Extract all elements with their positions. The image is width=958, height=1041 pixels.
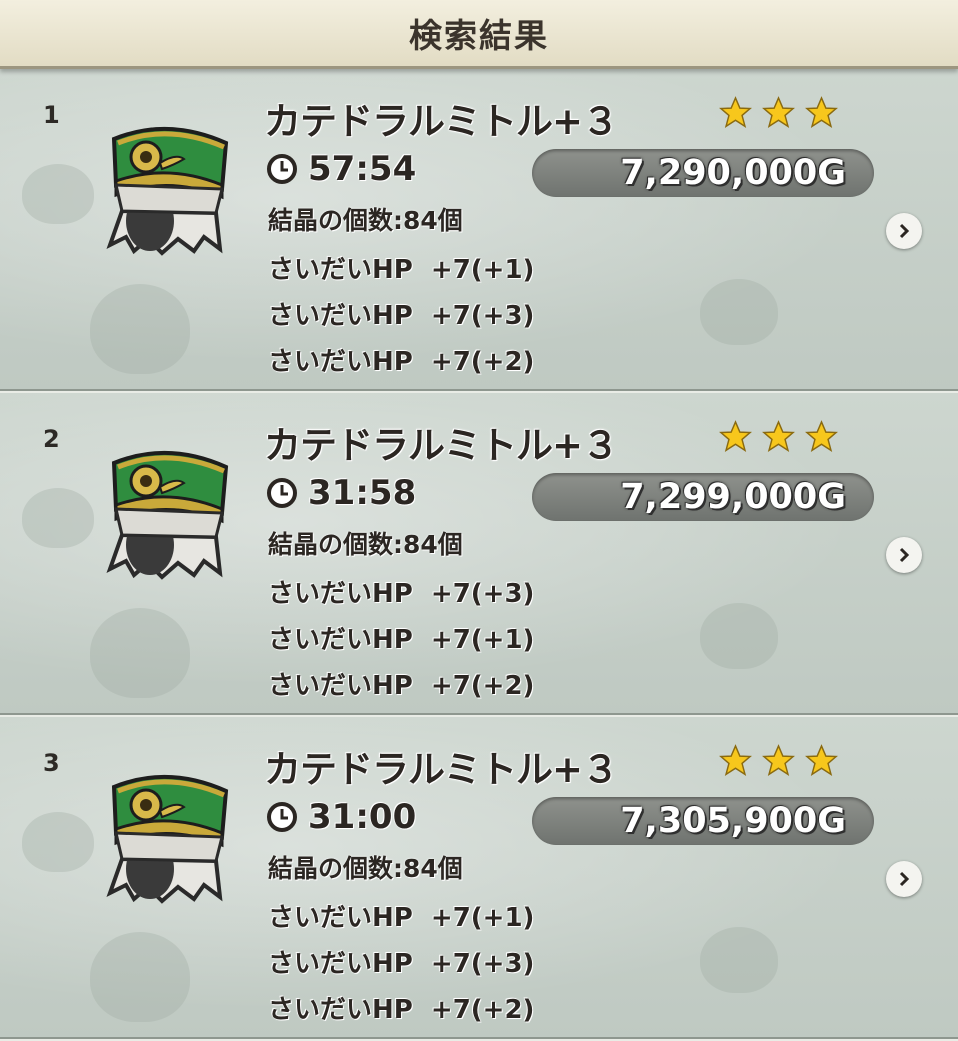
- star-icon: [805, 744, 838, 776]
- crystal-count: 結晶の個数:84個: [268, 530, 463, 559]
- star-icon: [762, 420, 795, 452]
- rarity-stars: [718, 743, 839, 778]
- remaining-time: 31:58: [266, 473, 416, 513]
- rank-number: 1: [43, 101, 60, 129]
- background-slime-shape: [22, 812, 94, 872]
- time-value: 31:58: [308, 473, 417, 513]
- clock-icon: [267, 154, 297, 184]
- remaining-time: 31:00: [266, 797, 416, 837]
- rarity-stars: [718, 95, 839, 130]
- rank-number: 3: [43, 749, 60, 777]
- mitre-hat-icon: [104, 767, 232, 907]
- star-icon: [719, 744, 752, 776]
- background-monster-shape: [90, 284, 190, 374]
- star-icon: [762, 744, 795, 776]
- background-slime-shape: [22, 164, 94, 224]
- stat-line: さいだいHP +7(+1): [268, 625, 535, 655]
- chevron-right-icon: [899, 223, 910, 239]
- rarity-stars: [718, 419, 839, 454]
- price-badge: 7,299,000G: [532, 473, 874, 521]
- background-slime-shape: [700, 279, 778, 345]
- detail-arrow-button[interactable]: [886, 861, 922, 897]
- price-value: 7,305,900G: [620, 801, 846, 841]
- background-slime-shape: [700, 927, 778, 993]
- chevron-right-icon: [899, 547, 910, 563]
- time-value: 57:54: [308, 149, 417, 189]
- chevron-right-icon: [899, 871, 910, 887]
- mitre-hat-icon: [104, 119, 232, 259]
- stat-line: さいだいHP +7(+2): [268, 347, 535, 377]
- result-row[interactable]: 2 カテドラルミトル+３ 31:58 7,299,000G 結晶の個数:84個 …: [0, 393, 958, 717]
- header-bar: 検索結果: [0, 0, 958, 69]
- background-slime-shape: [22, 488, 94, 548]
- rank-number: 2: [43, 425, 60, 453]
- results-list: 1 カテドラルミトル+３ 57:54 7,290,000G 結晶の個数:84個 …: [0, 69, 958, 1041]
- result-row[interactable]: 3 カテドラルミトル+３ 31:00 7,305,900G 結晶の個数:84個 …: [0, 717, 958, 1041]
- crystal-count: 結晶の個数:84個: [268, 854, 463, 883]
- time-value: 31:00: [308, 797, 417, 837]
- background-monster-shape: [90, 932, 190, 1022]
- stat-line: さいだいHP +7(+1): [268, 255, 535, 285]
- item-name: カテドラルミトル+３: [264, 100, 619, 143]
- remaining-time: 57:54: [266, 149, 416, 189]
- clock-icon: [267, 802, 297, 832]
- stat-line: さいだいHP +7(+3): [268, 301, 535, 331]
- star-icon: [719, 96, 752, 128]
- detail-arrow-button[interactable]: [886, 537, 922, 573]
- stat-line: さいだいHP +7(+3): [268, 579, 535, 609]
- stat-line: さいだいHP +7(+2): [268, 995, 535, 1025]
- item-name: カテドラルミトル+３: [264, 748, 619, 791]
- background-slime-shape: [700, 603, 778, 669]
- stat-line: さいだいHP +7(+3): [268, 949, 535, 979]
- star-icon: [805, 420, 838, 452]
- mitre-hat-icon: [104, 443, 232, 583]
- detail-arrow-button[interactable]: [886, 213, 922, 249]
- star-icon: [805, 96, 838, 128]
- price-value: 7,290,000G: [620, 153, 846, 193]
- clock-icon: [267, 478, 297, 508]
- background-monster-shape: [90, 608, 190, 698]
- star-icon: [719, 420, 752, 452]
- price-value: 7,299,000G: [620, 477, 846, 517]
- page-title: 検索結果: [409, 16, 549, 55]
- result-row[interactable]: 1 カテドラルミトル+３ 57:54 7,290,000G 結晶の個数:84個 …: [0, 69, 958, 393]
- stat-line: さいだいHP +7(+1): [268, 903, 535, 933]
- crystal-count: 結晶の個数:84個: [268, 206, 463, 235]
- stat-line: さいだいHP +7(+2): [268, 671, 535, 701]
- price-badge: 7,290,000G: [532, 149, 874, 197]
- price-badge: 7,305,900G: [532, 797, 874, 845]
- star-icon: [762, 96, 795, 128]
- item-name: カテドラルミトル+３: [264, 424, 619, 467]
